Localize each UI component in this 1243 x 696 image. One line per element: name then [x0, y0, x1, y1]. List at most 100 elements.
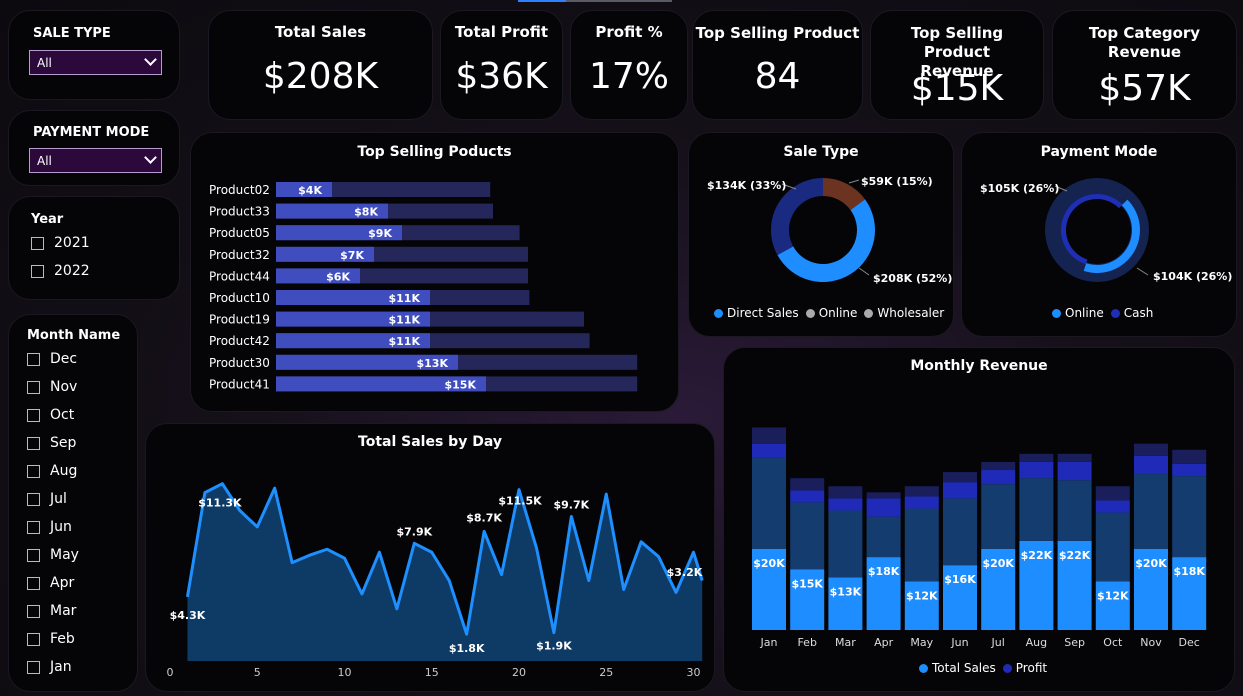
checkbox-icon [27, 632, 40, 646]
data-label: $22K [1059, 549, 1091, 562]
stack-segment [828, 498, 863, 511]
x-tick-label: May [910, 636, 933, 649]
data-label: $12K [906, 589, 938, 602]
data-label: $15K [791, 577, 823, 590]
checkbox-icon [27, 576, 40, 590]
month-label: Aug [50, 463, 78, 479]
sales-by-day-chart: Total Sales by Day 0 5 10 15 20 25 30 $4.3K $11.… [145, 423, 715, 692]
month-label: Jul [50, 491, 67, 507]
x-tick-label: 25 [599, 666, 613, 679]
stack-segment [1019, 461, 1054, 479]
year-option-2021[interactable]: 2021 [31, 232, 90, 254]
stack-segment [752, 457, 786, 549]
stack-segment [1134, 443, 1168, 456]
stack-segment [752, 427, 786, 444]
month-option[interactable]: Oct [27, 404, 74, 426]
sale-type-dropdown[interactable]: All [29, 50, 162, 75]
bar-data-label: $4K [298, 184, 322, 197]
month-label: Jun [50, 519, 72, 535]
data-label: $1.8K [449, 642, 485, 655]
slice-label: $105K (26%) [980, 182, 1059, 195]
payment-mode-slicer: PAYMENT MODE All [8, 110, 180, 186]
month-option[interactable]: Jun [27, 516, 72, 538]
kpi-total-profit: Total Profit $36K [440, 10, 563, 120]
legend-label: Wholesaler [877, 306, 945, 320]
month-option[interactable]: May [27, 544, 79, 566]
stack-segment [1095, 486, 1130, 501]
stack-segment [1134, 474, 1168, 549]
bar-data-label: $8K [354, 206, 378, 219]
bar-data-label: $9K [368, 227, 392, 240]
checkbox-icon [27, 436, 40, 450]
month-option[interactable]: Jan [27, 656, 72, 678]
kpi-total-sales: Total Sales $208K [208, 10, 433, 120]
x-tick-label: Dec [1179, 636, 1200, 649]
legend-label: Online [1065, 306, 1104, 320]
payment-mode-legend: Online Cash [1052, 306, 1153, 320]
data-label: $18K [868, 565, 900, 578]
stack-segment [981, 484, 1016, 549]
stack-segment [981, 470, 1016, 485]
sale-type-legend: Direct Sales Online Wholesaler [714, 306, 944, 320]
sale-type-slicer: SALE TYPE All [8, 10, 180, 100]
bar-category-label: Product10 [209, 291, 270, 305]
month-label: Dec [50, 351, 78, 367]
bar-category-label: Product41 [209, 377, 270, 391]
month-option[interactable]: Feb [27, 628, 75, 650]
x-tick-label: Mar [835, 636, 856, 649]
month-option[interactable]: Dec [27, 348, 77, 370]
legend-label: Direct Sales [727, 306, 799, 320]
bar-data-label: $13K [417, 357, 449, 370]
stack-segment [1172, 463, 1207, 477]
month-option[interactable]: Aug [27, 460, 77, 482]
bar-category-label: Product05 [209, 226, 270, 240]
payment-mode-dropdown[interactable]: All [29, 148, 162, 173]
kpi-title: Profit % [595, 23, 663, 41]
stack-segment [1134, 455, 1168, 475]
legend-dot [864, 308, 874, 318]
bar-data-label: $7K [340, 249, 364, 262]
leader-line [1136, 267, 1149, 276]
checkbox-icon [27, 660, 40, 674]
bar-data-label: $11K [389, 292, 421, 305]
sale-type-chart: Sale Type $134K (33%) $59K (15%) $208K (52… [688, 132, 954, 337]
year-option-2022[interactable]: 2022 [31, 260, 90, 282]
stack-segment [1172, 476, 1207, 558]
page-tab-indicator-2 [566, 0, 672, 2]
legend-dot [1110, 308, 1120, 318]
legend-dot [714, 308, 723, 318]
month-option[interactable]: Nov [27, 376, 77, 398]
checkbox-icon [27, 604, 40, 618]
x-tick-label: Sep [1064, 636, 1085, 649]
kpi-value: $57K [1098, 68, 1191, 109]
kpi-title: Top Selling Product [695, 24, 860, 42]
x-tick-label: Aug [1026, 636, 1047, 649]
monthly-revenue-legend: Total Sales Profit [919, 661, 1047, 675]
stack-segment [981, 461, 1016, 471]
x-tick-label: Apr [874, 636, 894, 649]
stack-segment [790, 502, 825, 570]
month-option[interactable]: Mar [27, 600, 76, 622]
month-label: Nov [50, 379, 78, 395]
checkbox-icon [31, 236, 44, 250]
stack-segment [790, 478, 825, 491]
slice-label: $134K (33%) [707, 179, 786, 192]
month-option[interactable]: Apr [27, 572, 74, 594]
sale-type-value: All [37, 56, 52, 70]
checkbox-icon [27, 492, 40, 506]
stack-segment [790, 490, 825, 503]
payment-mode-chart: Payment Mode $105K (26%) $104K (26%) Onli… [961, 132, 1237, 337]
legend-label: Profit [1015, 661, 1048, 675]
stack-segment [1095, 500, 1130, 513]
x-tick-label: Oct [1103, 636, 1123, 649]
month-option[interactable]: Jul [27, 488, 67, 510]
checkbox-icon [27, 380, 40, 394]
data-label: $18K [1173, 565, 1205, 578]
x-tick-label: 20 [512, 666, 526, 679]
bar-category-label: Product44 [209, 269, 270, 283]
month-option[interactable]: Sep [27, 432, 76, 454]
kpi-top-selling-product: Top Selling Product 84 [692, 10, 863, 120]
x-tick-label: Jul [991, 636, 1005, 649]
bar-data-label: $11K [389, 335, 421, 348]
kpi-value: $15K [910, 68, 1004, 109]
